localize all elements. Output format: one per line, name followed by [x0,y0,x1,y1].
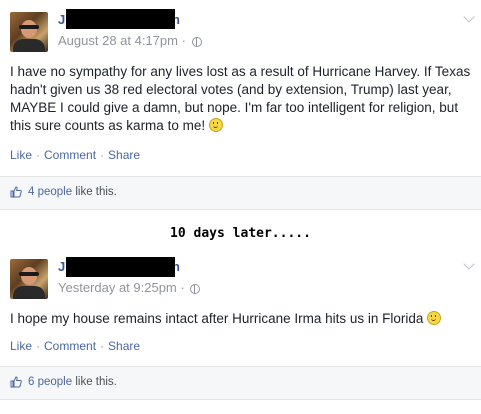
likes-summary: 4 people like this. [28,186,117,198]
avatar-glasses [19,25,39,29]
comment-button[interactable]: Comment [44,148,96,162]
name-redaction-bar [66,257,175,277]
post-actions: Like · Comment · Share [10,148,140,162]
chevron-down-icon[interactable] [463,258,475,270]
author-name-first-letter[interactable]: J [58,259,65,274]
action-separator: · [36,339,41,353]
share-button[interactable]: Share [108,339,140,353]
post-body-text: I have no sympathy for any lives lost as… [10,64,471,133]
comment-button[interactable]: Comment [44,339,96,353]
avatar-face [21,267,37,285]
avatar-shirt [13,39,45,52]
post-body: I have no sympathy for any lives lost as… [10,63,472,135]
meta-separator: · [181,33,186,48]
post-timestamp[interactable]: Yesterday at 9:25pm [58,280,177,295]
smile-emoji-icon [208,118,223,132]
like-button[interactable]: Like [10,339,32,353]
likes-suffix: like this. [75,376,117,388]
post-body: I hope my house remains intact after Hur… [10,310,472,328]
likes-summary: 6 people like this. [28,376,117,388]
action-separator: · [36,148,41,162]
author-name-first-letter[interactable]: J [58,12,65,27]
share-button[interactable]: Share [108,148,140,162]
author-avatar[interactable] [10,259,48,299]
likes-count-link[interactable]: 4 people [28,186,72,198]
meta-separator: · [180,280,185,295]
likes-suffix: like this. [75,186,117,198]
likes-count-link[interactable]: 6 people [28,376,72,388]
globe-icon[interactable] [191,36,202,47]
likes-bar: 6 people like this. [0,366,481,400]
action-separator: · [100,148,105,162]
post-meta: Yesterday at 9:25pm · [58,280,201,295]
post-meta: August 28 at 4:17pm · [58,33,202,48]
post-card: J h August 28 at 4:17pm · I have no symp… [0,0,481,210]
avatar-shirt [13,286,45,299]
post-timestamp[interactable]: August 28 at 4:17pm [58,33,178,48]
post-card: J h Yesterday at 9:25pm · I hope my hous… [0,247,481,414]
chevron-down-icon[interactable] [463,11,475,23]
avatar-face [21,20,37,38]
avatar-glasses [19,272,39,276]
caption-text: 10 days later..... [170,226,311,241]
post-actions: Like · Comment · Share [10,339,140,353]
smile-emoji-icon [427,311,442,325]
thumbs-up-icon [10,376,22,388]
like-button[interactable]: Like [10,148,32,162]
author-avatar[interactable] [10,12,48,52]
thumbs-up-icon [10,186,22,198]
action-separator: · [100,339,105,353]
globe-icon[interactable] [190,283,201,294]
name-redaction-bar [66,9,175,29]
likes-bar: 4 people like this. [0,176,481,210]
post-body-text: I hope my house remains intact after Hur… [10,311,424,326]
